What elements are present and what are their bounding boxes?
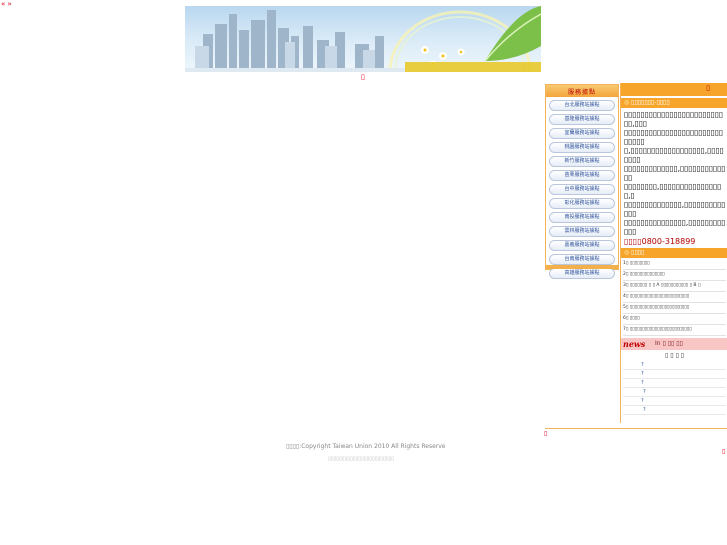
list-item[interactable]: 4▯ ▯▯▯▯▯▯▯▯▯▯▯▯▯▯▯▯▯▯▯▯▯▯▯▯ [623,292,726,303]
notice-line: ▯▯▯▯▯▯▯▯▯▯▯▯▯▯▯,▯▯▯▯▯▯▯▯▯▯▯▯ [624,218,726,236]
notice-line: ▯,▯▯▯▯▯▯▯▯▯▯▯▯▯▯▯▯▯▯,▯▯▯▯▯▯▯▯ [624,146,724,164]
news-row-text: ? [641,398,644,404]
notice-line: ▯▯▯▯▯▯▯▯▯▯▯▯▯▯▯▯▯▯▯▯▯▯▯▯▯▯,▯▯▯ [624,110,724,128]
divider [545,428,727,429]
links-list: 1▯ ▯▯▯▯▯▯▯▯ 2▯ ▯▯▯▯▯▯▯▯▯▯▯▯▯▯ 3▯ ▯▯▯▯▯▯▯… [621,258,727,336]
notice-line: ▯▯▯▯▯▯▯▯,▯▯▯▯▯▯▯▯▯▯▯▯▯▯▯▯,▯ [624,182,722,200]
service-panel-footer-bar [546,265,618,269]
list-item[interactable]: 5▯ ▯▯▯▯▯▯▯▯▯▯▯▯▯▯▯▯▯▯▯▯▯▯▯▯ [623,303,726,314]
header-banner [185,6,541,72]
notice-body: ▯▯▯▯▯▯▯▯▯▯▯▯▯▯▯▯▯▯▯▯▯▯▯▯▯▯,▯▯▯ ▯▯▯▯▯▯▯▯▯… [621,108,727,246]
service-link-miaoli[interactable]: 苗栗服務站據點 [549,170,615,181]
service-link-yilan[interactable]: 宜蘭服務站據點 [549,128,615,139]
news-subtitle: In ▯ ▯▯ ▯▯ [655,340,683,347]
right-sidebar: ▯ ◎ ▯▯▯▯▯▯▯-▯▯▯▯ ▯▯▯▯▯▯▯▯▯▯▯▯▯▯▯▯▯▯▯▯▯▯▯… [620,83,727,423]
news-row-text: ? [641,380,644,386]
service-link-keelung[interactable]: 基隆服務站據點 [549,114,615,125]
service-locations-header: 服務據點 [546,85,618,97]
notice-line: ▯▯▯▯▯▯▯▯▯▯▯▯▯▯▯▯▯▯▯▯▯▯▯▯▯▯▯▯▯ [624,128,724,146]
news-row-text: ? [641,362,644,368]
footer-copyright: ▯▯▯▯:Copyright Taiwan Union 2010 All Rig… [286,443,446,450]
service-locations-title: 服務據點 [567,88,596,96]
service-link-taoyuan[interactable]: 桃園服務站據點 [549,142,615,153]
news-row-text: ? [641,371,644,377]
notice-title: ▯▯▯▯▯▯▯-▯▯▯▯ [631,99,670,106]
banner-caption-glyph: ▯ [361,73,365,81]
notice-line: ▯▯▯▯▯▯▯▯▯▯▯▯▯,▯▯▯▯▯▯▯▯▯▯▯▯▯ [624,164,726,182]
news-logo: news [623,339,646,349]
news-row-text: ? [643,407,646,413]
news-row[interactable]: ? [623,388,726,397]
links-title: ▯▯▯▯ [631,249,645,256]
service-link-chiayi[interactable]: 嘉義服務站據點 [549,240,615,251]
service-link-yunlin[interactable]: 雲林服務站據點 [549,226,615,237]
notice-header: ◎ ▯▯▯▯▯▯▯-▯▯▯▯ [621,98,727,108]
list-item[interactable]: 1▯ ▯▯▯▯▯▯▯▯ [623,259,726,270]
service-link-taichung[interactable]: 台中服務站據點 [549,184,615,195]
list-item[interactable]: 2▯ ▯▯▯▯▯▯▯▯▯▯▯▯▯▯ [623,270,726,281]
service-locations-panel: 服務據點 台北服務站據點 基隆服務站據點 宜蘭服務站據點 桃園服務站據點 新竹服… [545,84,619,279]
news-column-header: ▯ ▯ ▯ ▯ [665,352,684,359]
list-item[interactable]: 3▯ ▯▯▯▯▯▯▯ ▯ ▯ A ▯▯▯▯▯▯▯▯▯▯▯ ▯ B ▯ [623,281,726,292]
news-row[interactable]: ? [623,370,726,379]
news-row[interactable]: ? [623,361,726,370]
corner-mark: « » [1,0,12,8]
news-row[interactable]: ? [623,397,726,406]
list-item[interactable]: 7▯ ▯▯▯▯▯▯▯▯▯▯▯▯▯▯▯▯▯▯▯▯▯▯▯▯▯ [623,325,726,336]
news-row[interactable]: ? [623,379,726,388]
red-marker-glyph: ▯ [544,430,548,437]
footer-note: ▯▯▯▯▯▯▯▯▯▯▯▯▯▯▯▯▯▯▯▯▯▯▯▯ [328,456,395,462]
news-header: news In ▯ ▯▯ ▯▯ [621,338,727,350]
service-link-hsinchu[interactable]: 新竹服務站據點 [549,156,615,167]
service-link-taipei[interactable]: 台北服務站據點 [549,100,615,111]
links-header: ◎ ▯▯▯▯ [621,248,727,258]
news-row[interactable]: ? [623,406,726,415]
notice-line: ▯▯▯▯▯▯▯▯▯▯▯▯▯▯,▯▯▯▯▯▯▯▯▯▯▯▯▯ [624,200,726,218]
bullet-icon: ◎ [624,99,630,106]
right-top-glyph: ▯ [706,84,710,92]
list-item[interactable]: 6▯ ▯▯▯▯ [623,314,726,325]
bullet-icon: ◎ [624,249,630,256]
service-link-nantou[interactable]: 南投服務站據點 [549,212,615,223]
service-link-changhua[interactable]: 彰化服務站據點 [549,198,615,209]
service-phone: ▯▯▯▯0800-318899 [624,237,696,246]
service-link-kaohsiung[interactable]: 高雄服務站據點 [549,268,615,279]
right-top-bar: ▯ [621,83,727,96]
news-row-text: ? [643,389,646,395]
red-marker-glyph: ▯ [722,448,726,455]
service-link-tainan[interactable]: 台南服務站據點 [549,254,615,265]
